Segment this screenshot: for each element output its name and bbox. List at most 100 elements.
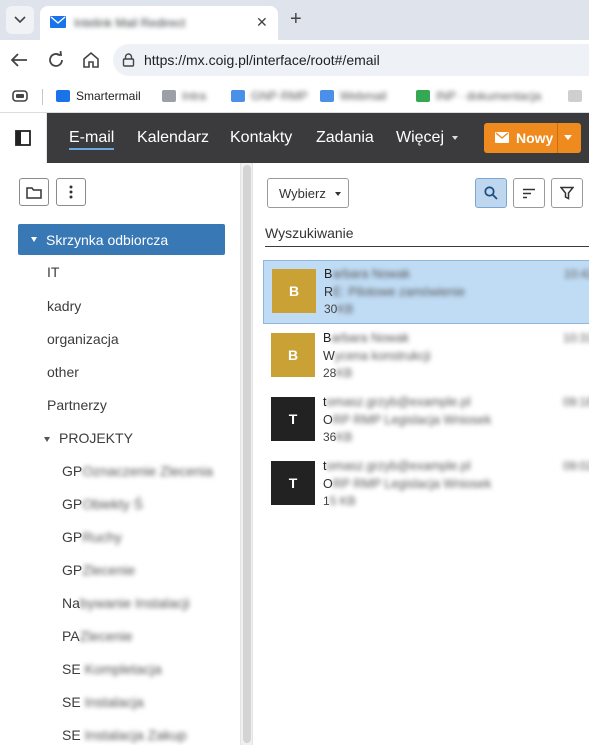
new-tab-button[interactable]: + (290, 9, 302, 29)
close-icon[interactable]: ✕ (256, 14, 268, 31)
subfolder-item[interactable]: GPZlecenie (62, 562, 135, 578)
new-message-label: Nowy (516, 130, 554, 146)
select-dropdown[interactable]: Wybierz (267, 178, 349, 208)
subfolder-item[interactable]: SE Kompletacja (62, 661, 162, 677)
nav-tasks[interactable]: Zadania (316, 129, 374, 147)
subfolder-item[interactable]: SE Instalacja Zakup (62, 727, 187, 743)
folder-item[interactable]: organizacja (47, 331, 119, 347)
message-subject: ORP RMP Legislacja Wniosek (323, 477, 492, 491)
bookmark-item[interactable]: GNP·RMP (231, 88, 308, 104)
scrollbar-thumb[interactable] (243, 165, 251, 743)
back-button[interactable] (8, 49, 30, 71)
subfolder-label: SE (62, 727, 81, 743)
message-subject: ORP RMP Legislacja Wniosek (323, 413, 492, 427)
folder-item[interactable]: IT (47, 264, 59, 280)
message-subject: RE: Pilotowe zamówienie (324, 285, 466, 299)
folder-sidebar: Skrzynka odbiorcza IT kadry organizacja … (0, 163, 240, 745)
bookmark-label: Intra (182, 89, 207, 103)
folder-label: PROJEKTY (59, 430, 133, 446)
subfolder-label: GP (62, 496, 83, 512)
subfolder-item[interactable]: GPObiekty Ś (62, 496, 143, 512)
avatar: B (272, 269, 316, 313)
message-size: 15 KB (323, 494, 356, 508)
subfolder-label-redacted: Zlecenie (79, 628, 133, 644)
message-row[interactable]: T tomasz.grzyb@example.pl ORP RMP Legisl… (263, 453, 589, 517)
page-icon (416, 90, 430, 102)
chevron-down-icon[interactable] (564, 135, 572, 140)
home-icon (83, 51, 99, 68)
nav-email[interactable]: E-mail (69, 129, 115, 150)
new-message-button[interactable]: Nowy (484, 123, 581, 153)
browser-nav-bar: https://mx.coig.pl/interface/root#/email (0, 40, 589, 80)
subfolder-item[interactable]: Nabywanie Instalacji (62, 595, 190, 611)
page-icon (231, 90, 245, 102)
bookmark-item[interactable]: Webmail (320, 88, 386, 104)
nav-contacts[interactable]: Kontakty (230, 129, 292, 147)
tab-groups-button[interactable] (12, 88, 28, 104)
mail-icon (50, 16, 66, 28)
folder-button[interactable] (19, 178, 49, 206)
sidebar-panel-icon (15, 130, 31, 146)
message-row[interactable]: T tomasz.grzyb@example.pl ORP RMP Legisl… (263, 389, 589, 453)
folder-projects[interactable]: PROJEKTY (44, 430, 133, 446)
folder-item[interactable]: kadry (47, 298, 81, 314)
message-date: 10:31 (563, 331, 589, 345)
subfolder-item[interactable]: SE Instalacja (62, 694, 144, 710)
bookmark-item[interactable]: Smartermail (56, 88, 141, 104)
nav-calendar[interactable]: Kalendarz (137, 129, 209, 147)
filter-button[interactable] (551, 178, 583, 208)
message-size: 36KB (323, 430, 353, 444)
arrow-left-icon (10, 53, 27, 67)
chevron-down-icon (335, 192, 341, 196)
message-size: 30KB (324, 302, 354, 316)
bookmark-item[interactable] (568, 88, 588, 104)
message-sender: tomasz.grzyb@example.pl (323, 459, 471, 473)
search-button[interactable] (475, 178, 507, 208)
nav-more[interactable]: Więcej (396, 129, 459, 147)
tab-groups-icon (12, 90, 28, 102)
browser-tab[interactable]: Intelink Mail Redirect ✕ (40, 6, 278, 40)
folder-inbox[interactable]: Skrzynka odbiorcza (18, 224, 225, 255)
caret-down-icon[interactable] (31, 237, 37, 242)
message-sender: tomasz.grzyb@example.pl (323, 395, 471, 409)
tab-search-button[interactable] (6, 6, 34, 34)
search-underline (265, 246, 589, 247)
message-row[interactable]: B Barbara Nowak Wycena konstrukcji 28KB … (263, 325, 589, 389)
home-button[interactable] (80, 49, 102, 71)
select-label: Wybierz (279, 186, 326, 201)
folder-label: Skrzynka odbiorcza (46, 232, 169, 248)
avatar: T (271, 397, 315, 441)
sort-button[interactable] (513, 178, 545, 208)
envelope-icon (495, 132, 509, 143)
reload-button[interactable] (45, 49, 67, 71)
message-row[interactable]: B Barbara Nowak RE: Pilotowe zamówienie … (263, 260, 589, 324)
folder-item[interactable]: other (47, 364, 79, 380)
subfolder-item[interactable]: GPRuchy (62, 529, 122, 545)
subfolder-item[interactable]: PAZlecenie (62, 628, 133, 644)
address-bar[interactable]: https://mx.coig.pl/interface/root#/email (113, 44, 589, 76)
caret-down-icon[interactable] (44, 436, 50, 442)
subfolder-item[interactable]: GPOznaczenie Zlecenia (62, 463, 213, 479)
bookmark-item[interactable]: INP · dokumentacja (416, 88, 541, 104)
bookmark-item[interactable]: Intra (162, 88, 206, 104)
url-text: https://mx.coig.pl/interface/root#/email (144, 52, 380, 68)
bookmark-label: INP · dokumentacja (436, 89, 542, 103)
avatar: T (271, 461, 315, 505)
message-size: 28KB (323, 366, 353, 380)
app-header: E-mail Kalendarz Kontakty Zadania Więcej… (0, 113, 589, 163)
subfolder-label: GP (62, 529, 83, 545)
vertical-dots-icon (69, 185, 73, 199)
message-date: 09:02 (563, 459, 589, 473)
filter-icon (560, 186, 574, 200)
nav-more-label: Więcej (396, 129, 445, 146)
search-input[interactable]: Wyszukiwanie (265, 225, 354, 241)
subfolder-label-redacted: Ruchy (82, 529, 122, 545)
sidebar-toggle-button[interactable] (0, 113, 47, 163)
more-options-button[interactable] (56, 178, 86, 206)
bookmark-label: GNP·RMP (251, 89, 308, 103)
subfolder-label-redacted: Instalacja Zakup (84, 727, 187, 743)
subfolder-label: GP (62, 562, 83, 578)
folder-item[interactable]: Partnerzy (47, 397, 107, 413)
subfolder-label: PA (62, 628, 80, 644)
sidebar-scrollbar[interactable] (240, 163, 253, 745)
